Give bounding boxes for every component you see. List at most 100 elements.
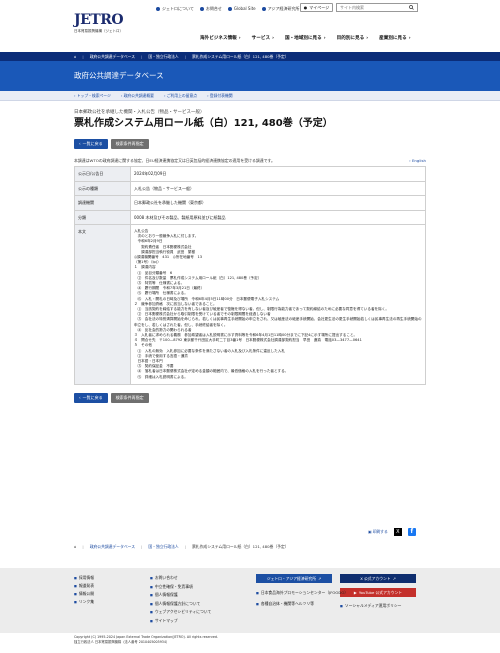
subnav-label: トップ・検索ページ	[76, 93, 111, 98]
subnav-notes[interactable]: › ご利用上の留意点	[164, 93, 197, 98]
footer-link[interactable]: お問い合わせ	[150, 574, 211, 583]
site-search	[336, 3, 418, 12]
footer-link[interactable]: サイトマップ	[150, 617, 211, 626]
breadcrumb-item[interactable]: 国・独立行政法人	[148, 54, 178, 59]
share-bar: ▣ 印刷する X f	[368, 528, 416, 536]
footer-link[interactable]: 個人情報保護	[150, 591, 211, 600]
breadcrumb-item[interactable]: 政府公共調達データベース	[90, 544, 135, 549]
footer-link[interactable]: 個人情報保護方針について	[150, 600, 211, 609]
gnav-label: 海外ビジネス情報	[200, 36, 237, 41]
util-link-label: お問合せ	[205, 6, 222, 12]
subnav-agencies[interactable]: › 登録付表機関	[207, 93, 233, 98]
gnav-purpose[interactable]: 目的別に見る ›	[337, 36, 368, 42]
footer-jfoodo-link[interactable]: 日本食品海外プロモーションセンター（JFOODO）	[256, 590, 348, 595]
mypage-label: マイページ	[309, 4, 330, 10]
mypage-button[interactable]: ● マイページ	[300, 3, 333, 12]
subnav-overview[interactable]: › 政府公共調達概要	[121, 93, 154, 98]
footer-link[interactable]: 中立性確保・免責事項	[150, 583, 211, 592]
row-label: 調達機関	[74, 195, 131, 211]
copyright: Copyright (C) 1995-2024 Japan External T…	[74, 635, 218, 645]
button-label: 一覧に戻る	[82, 141, 103, 147]
breadcrumb-item[interactable]: 国・独立行政法人	[148, 544, 178, 549]
util-link-label: Global Site	[233, 6, 256, 12]
row-label: 本文	[74, 223, 131, 385]
util-link-ide[interactable]: アジア経済研究所	[261, 6, 300, 12]
table-row: 分類 0008 木材及びその製品、製紙用原料並びに紙製品	[74, 209, 426, 225]
button-label: 一覧に戻る	[82, 395, 103, 401]
search-icon[interactable]	[407, 3, 416, 12]
breadcrumb-current: 票札作成システム用ロール紙（白）121, 480巻（予定）	[192, 53, 289, 59]
table-row: 公示日/公告日 2024年02月09日	[74, 166, 426, 182]
breadcrumb-separator: |	[184, 544, 187, 549]
button-label: X 公式アカウント	[360, 575, 391, 581]
gnav-industry[interactable]: 産業別に見る ›	[379, 36, 410, 42]
notice-body: 入札公告 次のとおり一般競争入札に付します。 令和6年2月9日 契約責任者 日本…	[134, 228, 422, 379]
corporate-number: 独立行政法人 日本貿易振興機構（法人番号 2010405005934）	[74, 640, 170, 644]
footer-youtube-button[interactable]: ▶ YouTube 公式アカウント	[340, 588, 416, 597]
footer-link[interactable]: 情報公開	[74, 590, 94, 598]
note-row: 本調達はWTOの政府調達に関する協定、日EU経済連携協定又は日英包括的経済連携協…	[74, 158, 426, 163]
chevron-down-icon: ›	[323, 36, 326, 41]
english-link[interactable]: › English	[409, 158, 426, 163]
subnav-label: 政府公共調達概要	[123, 93, 154, 98]
sub-nav: › トップ・検索ページ › 政府公共調達概要 › ご利用上の留意点 › 登録付表…	[0, 91, 500, 101]
details-table: 公示日/公告日 2024年02月09日 公示の種類 入札公告（物品・サービス一般…	[74, 166, 426, 385]
back-to-list-button[interactable]: ‹ 一覧に戻る	[74, 392, 108, 403]
back-to-list-button[interactable]: ‹ 一覧に戻る	[74, 139, 108, 150]
row-value: 0008 木材及びその製品、製紙用原料並びに紙製品	[130, 209, 426, 225]
jetro-logo[interactable]: JETRO 日本貿易振興機構（ジェトロ）	[74, 13, 134, 34]
chevron-left-icon: ‹	[79, 141, 81, 147]
footer-link[interactable]: 報道発表	[74, 582, 94, 590]
respecify-search-button[interactable]: 検索条件再指定	[110, 392, 149, 403]
wto-note: 本調達はWTOの政府調達に関する協定、日EU経済連携協定又は日英包括的経済連携協…	[74, 158, 275, 164]
util-link-contact[interactable]: お問合せ	[199, 6, 222, 12]
row-value: 日本郵政公社を承継した機関（東京都）	[130, 195, 426, 211]
util-link-about[interactable]: ジェトロについて	[156, 6, 194, 12]
building-icon	[261, 7, 266, 12]
row-value: 入札公告（物品・サービス一般）	[130, 180, 426, 197]
chevron-left-icon: ‹	[79, 395, 81, 401]
row-label: 公示の種類	[74, 180, 131, 197]
subnav-top[interactable]: › トップ・検索ページ	[74, 93, 111, 98]
main-content: 日本郵政公社を承継した機関・入札公告（物品・サービス一般） 票札作成システム用ロ…	[74, 110, 426, 403]
print-link[interactable]: ▣ 印刷する	[368, 529, 388, 534]
footer-link[interactable]: 採用情報	[74, 574, 94, 582]
section-banner: 政府公共調達データベース	[0, 61, 500, 91]
button-label: 検索条件再指定	[115, 395, 144, 401]
action-buttons-bottom: ‹ 一覧に戻る 検索条件再指定	[74, 392, 426, 403]
gnav-services[interactable]: サービス ›	[252, 36, 274, 42]
subnav-label: ご利用上の留意点	[166, 93, 198, 98]
action-buttons: ‹ 一覧に戻る 検索条件再指定	[74, 139, 426, 150]
footer-municipal-link[interactable]: 各種自治体・機関等ヘルツリ等	[256, 601, 314, 606]
footer-social-policy-link[interactable]: ソーシャルメディア運用ポリシー	[340, 603, 402, 608]
breadcrumb-separator: |	[82, 544, 84, 549]
util-link-global[interactable]: Global Site	[227, 6, 256, 12]
facebook-share-icon[interactable]: f	[407, 528, 416, 536]
youtube-icon: ▶	[353, 589, 357, 595]
footer-x-button[interactable]: X 公式アカウント ↗	[340, 574, 416, 583]
table-row: 調達機関 日本郵政公社を承継した機関（東京都）	[74, 195, 426, 211]
home-icon[interactable]: ⌂	[74, 54, 76, 59]
util-link-label: アジア経済研究所	[267, 6, 300, 12]
footer-col-2: お問い合わせ 中立性確保・免責事項 個人情報保護 個人情報保護方針について ウェ…	[150, 574, 211, 626]
gnav-overseas[interactable]: 海外ビジネス情報 ›	[200, 36, 241, 42]
row-label: 分類	[74, 209, 131, 225]
footer-link[interactable]: リンク集	[74, 598, 94, 606]
table-row: 本文 入札公告 次のとおり一般競争入札に付します。 令和6年2月9日 契約責任者…	[74, 223, 426, 385]
gnav-region[interactable]: 国・地域別に見る ›	[285, 36, 326, 42]
logo-subtitle: 日本貿易振興機構（ジェトロ）	[74, 29, 123, 33]
breadcrumb-item[interactable]: 政府公共調達データベース	[90, 54, 135, 59]
table-row: 公示の種類 入札公告（物品・サービス一般）	[74, 180, 426, 197]
utility-links: ジェトロについて お問合せ Global Site アジア経済研究所	[156, 5, 299, 13]
home-icon[interactable]: ⌂	[74, 544, 76, 549]
x-share-icon[interactable]: X	[393, 528, 402, 536]
gnav-label: 目的別に見る	[336, 36, 365, 41]
external-link-icon: ↗	[392, 575, 396, 581]
search-input[interactable]	[337, 5, 407, 10]
footer-link[interactable]: ウェブアクセシビリティについて	[150, 608, 211, 617]
respecify-search-button[interactable]: 検索条件再指定	[110, 139, 149, 150]
button-label: YouTube 公式アカウント	[358, 589, 403, 595]
footer-ide-button[interactable]: ジェトロ・アジア経済研究所 ↗	[256, 574, 332, 583]
user-icon: ●	[303, 4, 308, 10]
print-icon: ▣	[368, 529, 372, 535]
